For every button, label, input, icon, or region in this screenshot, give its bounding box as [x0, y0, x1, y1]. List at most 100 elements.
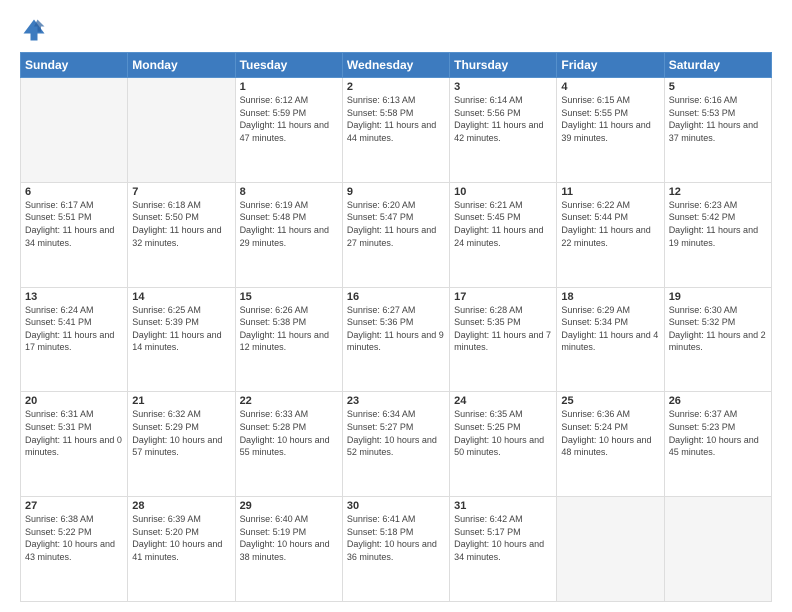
calendar-cell: 8Sunrise: 6:19 AMSunset: 5:48 PMDaylight…	[235, 182, 342, 287]
calendar-cell: 4Sunrise: 6:15 AMSunset: 5:55 PMDaylight…	[557, 78, 664, 183]
logo-icon	[20, 16, 48, 44]
calendar-cell: 25Sunrise: 6:36 AMSunset: 5:24 PMDayligh…	[557, 392, 664, 497]
day-number: 17	[454, 291, 552, 303]
day-detail: Sunrise: 6:20 AMSunset: 5:47 PMDaylight:…	[347, 199, 445, 249]
day-detail: Sunrise: 6:32 AMSunset: 5:29 PMDaylight:…	[132, 408, 230, 458]
weekday-header: Monday	[128, 53, 235, 78]
calendar-cell: 14Sunrise: 6:25 AMSunset: 5:39 PMDayligh…	[128, 287, 235, 392]
day-number: 28	[132, 500, 230, 512]
calendar-cell: 1Sunrise: 6:12 AMSunset: 5:59 PMDaylight…	[235, 78, 342, 183]
calendar-cell: 9Sunrise: 6:20 AMSunset: 5:47 PMDaylight…	[342, 182, 449, 287]
day-detail: Sunrise: 6:21 AMSunset: 5:45 PMDaylight:…	[454, 199, 552, 249]
calendar-cell	[128, 78, 235, 183]
day-detail: Sunrise: 6:39 AMSunset: 5:20 PMDaylight:…	[132, 513, 230, 563]
day-number: 20	[25, 395, 123, 407]
day-detail: Sunrise: 6:41 AMSunset: 5:18 PMDaylight:…	[347, 513, 445, 563]
day-number: 27	[25, 500, 123, 512]
calendar-cell: 11Sunrise: 6:22 AMSunset: 5:44 PMDayligh…	[557, 182, 664, 287]
day-detail: Sunrise: 6:42 AMSunset: 5:17 PMDaylight:…	[454, 513, 552, 563]
day-number: 15	[240, 291, 338, 303]
calendar-cell: 27Sunrise: 6:38 AMSunset: 5:22 PMDayligh…	[21, 497, 128, 602]
day-detail: Sunrise: 6:33 AMSunset: 5:28 PMDaylight:…	[240, 408, 338, 458]
calendar-cell: 12Sunrise: 6:23 AMSunset: 5:42 PMDayligh…	[664, 182, 771, 287]
day-number: 26	[669, 395, 767, 407]
day-detail: Sunrise: 6:17 AMSunset: 5:51 PMDaylight:…	[25, 199, 123, 249]
day-number: 22	[240, 395, 338, 407]
day-detail: Sunrise: 6:37 AMSunset: 5:23 PMDaylight:…	[669, 408, 767, 458]
day-number: 14	[132, 291, 230, 303]
day-detail: Sunrise: 6:26 AMSunset: 5:38 PMDaylight:…	[240, 304, 338, 354]
weekday-header: Tuesday	[235, 53, 342, 78]
day-detail: Sunrise: 6:40 AMSunset: 5:19 PMDaylight:…	[240, 513, 338, 563]
weekday-header: Wednesday	[342, 53, 449, 78]
weekday-header: Saturday	[664, 53, 771, 78]
day-detail: Sunrise: 6:12 AMSunset: 5:59 PMDaylight:…	[240, 94, 338, 144]
calendar-week-row: 13Sunrise: 6:24 AMSunset: 5:41 PMDayligh…	[21, 287, 772, 392]
calendar-cell	[557, 497, 664, 602]
day-detail: Sunrise: 6:25 AMSunset: 5:39 PMDaylight:…	[132, 304, 230, 354]
day-number: 30	[347, 500, 445, 512]
calendar-cell: 30Sunrise: 6:41 AMSunset: 5:18 PMDayligh…	[342, 497, 449, 602]
calendar-table: SundayMondayTuesdayWednesdayThursdayFrid…	[20, 52, 772, 602]
day-number: 13	[25, 291, 123, 303]
day-detail: Sunrise: 6:24 AMSunset: 5:41 PMDaylight:…	[25, 304, 123, 354]
day-detail: Sunrise: 6:18 AMSunset: 5:50 PMDaylight:…	[132, 199, 230, 249]
day-number: 7	[132, 186, 230, 198]
calendar-cell: 10Sunrise: 6:21 AMSunset: 5:45 PMDayligh…	[450, 182, 557, 287]
day-number: 1	[240, 81, 338, 93]
calendar-week-row: 6Sunrise: 6:17 AMSunset: 5:51 PMDaylight…	[21, 182, 772, 287]
calendar-cell: 26Sunrise: 6:37 AMSunset: 5:23 PMDayligh…	[664, 392, 771, 497]
day-detail: Sunrise: 6:15 AMSunset: 5:55 PMDaylight:…	[561, 94, 659, 144]
day-detail: Sunrise: 6:16 AMSunset: 5:53 PMDaylight:…	[669, 94, 767, 144]
day-number: 24	[454, 395, 552, 407]
weekday-header: Sunday	[21, 53, 128, 78]
day-number: 18	[561, 291, 659, 303]
calendar-cell: 13Sunrise: 6:24 AMSunset: 5:41 PMDayligh…	[21, 287, 128, 392]
logo	[20, 16, 52, 44]
day-detail: Sunrise: 6:34 AMSunset: 5:27 PMDaylight:…	[347, 408, 445, 458]
calendar-cell: 22Sunrise: 6:33 AMSunset: 5:28 PMDayligh…	[235, 392, 342, 497]
calendar-cell: 29Sunrise: 6:40 AMSunset: 5:19 PMDayligh…	[235, 497, 342, 602]
calendar-cell: 15Sunrise: 6:26 AMSunset: 5:38 PMDayligh…	[235, 287, 342, 392]
calendar-cell: 31Sunrise: 6:42 AMSunset: 5:17 PMDayligh…	[450, 497, 557, 602]
day-number: 11	[561, 186, 659, 198]
calendar-week-row: 20Sunrise: 6:31 AMSunset: 5:31 PMDayligh…	[21, 392, 772, 497]
calendar-cell: 21Sunrise: 6:32 AMSunset: 5:29 PMDayligh…	[128, 392, 235, 497]
day-detail: Sunrise: 6:31 AMSunset: 5:31 PMDaylight:…	[25, 408, 123, 458]
weekday-header: Friday	[557, 53, 664, 78]
day-number: 29	[240, 500, 338, 512]
day-number: 2	[347, 81, 445, 93]
calendar-cell: 20Sunrise: 6:31 AMSunset: 5:31 PMDayligh…	[21, 392, 128, 497]
page: SundayMondayTuesdayWednesdayThursdayFrid…	[0, 0, 792, 612]
day-detail: Sunrise: 6:27 AMSunset: 5:36 PMDaylight:…	[347, 304, 445, 354]
day-number: 21	[132, 395, 230, 407]
day-number: 23	[347, 395, 445, 407]
calendar-cell: 2Sunrise: 6:13 AMSunset: 5:58 PMDaylight…	[342, 78, 449, 183]
day-number: 12	[669, 186, 767, 198]
calendar-cell: 17Sunrise: 6:28 AMSunset: 5:35 PMDayligh…	[450, 287, 557, 392]
calendar-week-row: 1Sunrise: 6:12 AMSunset: 5:59 PMDaylight…	[21, 78, 772, 183]
day-number: 6	[25, 186, 123, 198]
day-detail: Sunrise: 6:29 AMSunset: 5:34 PMDaylight:…	[561, 304, 659, 354]
calendar-cell: 5Sunrise: 6:16 AMSunset: 5:53 PMDaylight…	[664, 78, 771, 183]
day-detail: Sunrise: 6:14 AMSunset: 5:56 PMDaylight:…	[454, 94, 552, 144]
header	[20, 16, 772, 44]
day-number: 31	[454, 500, 552, 512]
calendar-cell: 19Sunrise: 6:30 AMSunset: 5:32 PMDayligh…	[664, 287, 771, 392]
day-number: 16	[347, 291, 445, 303]
calendar-cell: 3Sunrise: 6:14 AMSunset: 5:56 PMDaylight…	[450, 78, 557, 183]
day-number: 3	[454, 81, 552, 93]
day-number: 19	[669, 291, 767, 303]
calendar-cell	[664, 497, 771, 602]
day-detail: Sunrise: 6:35 AMSunset: 5:25 PMDaylight:…	[454, 408, 552, 458]
day-detail: Sunrise: 6:19 AMSunset: 5:48 PMDaylight:…	[240, 199, 338, 249]
calendar-cell: 6Sunrise: 6:17 AMSunset: 5:51 PMDaylight…	[21, 182, 128, 287]
calendar-cell	[21, 78, 128, 183]
day-number: 4	[561, 81, 659, 93]
day-detail: Sunrise: 6:36 AMSunset: 5:24 PMDaylight:…	[561, 408, 659, 458]
calendar-week-row: 27Sunrise: 6:38 AMSunset: 5:22 PMDayligh…	[21, 497, 772, 602]
calendar-cell: 28Sunrise: 6:39 AMSunset: 5:20 PMDayligh…	[128, 497, 235, 602]
day-detail: Sunrise: 6:28 AMSunset: 5:35 PMDaylight:…	[454, 304, 552, 354]
day-number: 9	[347, 186, 445, 198]
day-number: 25	[561, 395, 659, 407]
